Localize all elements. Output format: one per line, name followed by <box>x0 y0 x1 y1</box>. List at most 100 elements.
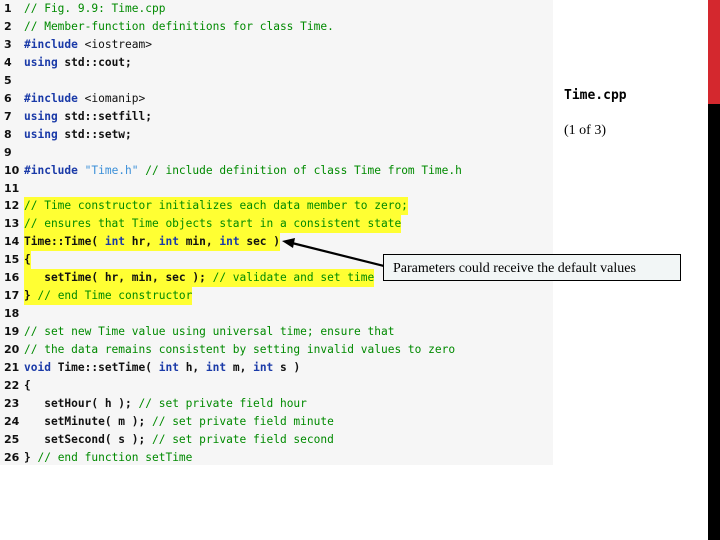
code-token: int <box>158 235 186 249</box>
file-title: Time.cpp <box>564 88 627 103</box>
code-token: // set private field hour <box>138 396 307 410</box>
code-line: 24 setMinute( m ); // set private field … <box>0 413 553 431</box>
code-token: } <box>24 450 38 464</box>
code-token: // Time constructor initializes each dat… <box>24 199 408 213</box>
code-text: using std::cout; <box>24 54 132 72</box>
code-line: 14 Time::Time( int hr, int min, int sec ) <box>0 233 553 252</box>
code-line: 18 <box>0 305 553 323</box>
accent-bar-black <box>708 104 720 540</box>
code-token: // set new Time value using universal ti… <box>24 325 395 339</box>
code-text: #include <iomanip> <box>24 90 145 108</box>
line-number: 8 <box>4 127 12 141</box>
code-token: int <box>253 361 281 374</box>
code-token: { <box>24 253 31 267</box>
callout-box: Parameters could receive the default val… <box>383 254 681 281</box>
code-token: m, <box>232 361 254 374</box>
code-token: min, <box>185 235 220 249</box>
code-token: std::cout; <box>64 55 132 69</box>
page-indicator: (1 of 3) <box>564 123 606 138</box>
code-token: // end Time constructor <box>37 289 193 303</box>
code-token: // set private field second <box>151 432 334 446</box>
code-text: using std::setfill; <box>24 108 152 126</box>
line-number: 6 <box>4 91 12 105</box>
code-token: setTime( hr, min, sec ); <box>24 271 213 285</box>
code-line: 6 #include <iomanip> <box>0 90 553 108</box>
line-number: 23 <box>4 396 20 410</box>
code-text: #include <iostream> <box>24 36 152 54</box>
code-token: // ensures that Time objects start in a … <box>24 217 402 231</box>
code-line: 2 // Member-function definitions for clas… <box>0 18 553 36</box>
code-line: 5 <box>0 72 553 90</box>
code-line: 8 using std::setw; <box>0 126 553 144</box>
line-number: 18 <box>4 307 20 321</box>
line-number: 10 <box>4 163 20 177</box>
highlighted-code-text: setTime( hr, min, sec ); // validate and… <box>24 269 375 288</box>
code-text: setMinute( m ); // set private field min… <box>24 413 334 431</box>
code-token: // the data remains consistent by settin… <box>24 343 456 357</box>
code-line: 3 #include <iostream> <box>0 36 553 54</box>
code-text: // Fig. 9.9: Time.cpp <box>24 0 165 18</box>
code-token: <iostream> <box>84 37 152 51</box>
code-token: // set private field minute <box>151 414 334 428</box>
code-line: 20 // the data remains consistent by sett… <box>0 341 553 359</box>
code-token: s ) <box>280 361 301 374</box>
code-token: Time::Time( <box>24 235 105 249</box>
line-number: 15 <box>4 253 20 267</box>
code-token: void <box>24 361 58 374</box>
code-token: #include <box>24 91 85 105</box>
line-number: 11 <box>4 181 20 195</box>
code-token: int <box>219 235 247 249</box>
line-number: 13 <box>4 217 20 231</box>
line-number: 2 <box>4 19 12 33</box>
code-token: Time::setTime( <box>57 361 159 374</box>
line-number: 16 <box>4 271 20 285</box>
line-number: 7 <box>4 109 12 123</box>
line-number: 22 <box>4 378 20 392</box>
code-listing: 1 // Fig. 9.9: Time.cpp 2 // Member-functio… <box>0 0 553 465</box>
code-token: using <box>24 109 65 123</box>
line-number: 21 <box>4 361 20 374</box>
code-token: // include definition of class Time from… <box>138 163 462 177</box>
code-line: 9 <box>0 144 553 162</box>
code-token: using <box>24 127 65 141</box>
code-token: // Fig. 9.9: Time.cpp <box>24 2 166 15</box>
code-line: 26 } // end function setTime <box>0 449 553 467</box>
code-token: #include <box>24 163 85 177</box>
code-line: 25 setSecond( s ); // set private field … <box>0 431 553 449</box>
code-line: 13 // ensures that Time objects start in … <box>0 215 553 234</box>
code-token: { <box>24 378 31 392</box>
code-token: std::setw; <box>64 127 132 141</box>
code-token: // validate and set time <box>212 271 375 285</box>
code-token: #include <box>24 37 85 51</box>
code-text: setSecond( s ); // set private field sec… <box>24 431 334 449</box>
line-number: 4 <box>4 55 12 69</box>
code-token: std::setfill; <box>64 109 152 123</box>
accent-bar-red <box>708 0 720 104</box>
code-text: { <box>24 377 31 395</box>
code-line: 12 // Time constructor initializes each d… <box>0 197 553 216</box>
code-token: int <box>104 235 132 249</box>
line-number: 25 <box>4 432 20 446</box>
code-token: setMinute( m ); <box>24 414 152 428</box>
line-number: 17 <box>4 289 20 303</box>
code-line: 4 using std::cout; <box>0 54 553 72</box>
code-text: setHour( h ); // set private field hour <box>24 395 307 413</box>
code-line: 7 using std::setfill; <box>0 108 553 126</box>
code-token: "Time.h" <box>84 163 139 177</box>
code-token: int <box>205 361 233 374</box>
code-line: 10 #include "Time.h" // include definitio… <box>0 162 553 180</box>
line-number: 26 <box>4 450 20 464</box>
code-line: 23 setHour( h ); // set private field ho… <box>0 395 553 413</box>
code-token: hr, <box>131 235 159 249</box>
highlighted-code-text: // Time constructor initializes each dat… <box>24 197 408 216</box>
code-text: } // end function setTime <box>24 449 192 467</box>
code-text: void Time::setTime( int h, int m, int s … <box>24 359 300 377</box>
code-line: 11 <box>0 180 553 198</box>
code-text: // Member-function definitions for class… <box>24 18 334 36</box>
line-number: 24 <box>4 414 20 428</box>
code-token: // Member-function definitions for class… <box>24 19 334 33</box>
highlighted-code-text: } // end Time constructor <box>24 287 193 306</box>
line-number: 1 <box>4 2 12 15</box>
line-number: 5 <box>4 73 12 87</box>
line-number: 14 <box>4 235 20 249</box>
